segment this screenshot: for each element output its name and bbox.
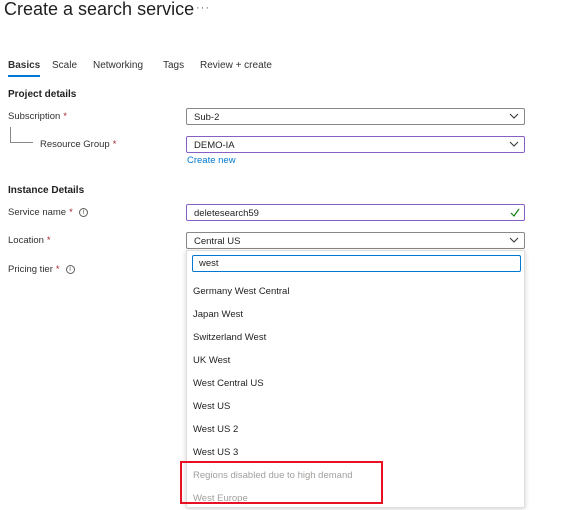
tab-basics[interactable]: Basics	[8, 60, 41, 77]
location-option[interactable]: West US 2	[193, 424, 238, 435]
highlight-annotation-box	[180, 461, 383, 504]
subscription-label: Subscription *	[8, 111, 67, 122]
location-label-text: Location	[8, 235, 44, 246]
tab-tags[interactable]: Tags	[163, 60, 184, 71]
tree-connector	[10, 127, 33, 143]
subscription-value: Sub-2	[194, 112, 220, 123]
section-project-details: Project details	[8, 89, 77, 100]
chevron-down-icon	[509, 113, 519, 119]
subscription-label-text: Subscription	[8, 111, 61, 122]
service-name-value: deletesearch59	[194, 208, 259, 219]
location-filter-field[interactable]	[192, 255, 521, 272]
location-select[interactable]: Central US	[186, 232, 525, 249]
required-marker: *	[112, 139, 117, 150]
service-name-label: Service name * i	[8, 207, 88, 218]
create-new-link[interactable]: Create new	[187, 155, 236, 166]
tab-networking[interactable]: Networking	[93, 60, 143, 71]
pricing-tier-label-text: Pricing tier	[8, 264, 53, 275]
location-option[interactable]: West Central US	[193, 378, 264, 389]
location-option[interactable]: West US 3	[193, 447, 238, 458]
location-filter-input[interactable]	[193, 256, 520, 271]
tab-review-create[interactable]: Review + create	[200, 60, 272, 71]
chevron-down-icon	[509, 237, 519, 243]
resource-group-value: DEMO-IA	[194, 140, 235, 151]
section-instance-details: Instance Details	[8, 185, 85, 196]
service-name-label-text: Service name	[8, 207, 67, 218]
required-marker: *	[63, 111, 67, 122]
info-icon[interactable]: i	[78, 208, 88, 217]
pricing-tier-label: Pricing tier * i	[8, 264, 75, 275]
info-icon[interactable]: i	[65, 265, 75, 274]
location-option[interactable]: Germany West Central	[193, 286, 289, 297]
more-options-icon[interactable]: ···	[196, 2, 210, 14]
chevron-down-icon	[509, 141, 519, 147]
required-marker: *	[46, 235, 51, 246]
resource-group-label: Resource Group *	[40, 139, 116, 150]
location-label: Location *	[8, 235, 51, 246]
location-value: Central US	[194, 236, 241, 247]
service-name-input[interactable]: deletesearch59	[186, 204, 525, 221]
required-marker: *	[55, 264, 60, 275]
resource-group-select[interactable]: DEMO-IA	[186, 136, 525, 153]
location-option[interactable]: UK West	[193, 355, 230, 366]
required-marker: *	[69, 207, 73, 218]
location-option[interactable]: West US	[193, 401, 230, 412]
tab-scale[interactable]: Scale	[52, 60, 77, 71]
resource-group-label-text: Resource Group	[40, 139, 110, 150]
location-option[interactable]: Japan West	[193, 309, 243, 320]
page-title: Create a search service	[4, 0, 195, 19]
subscription-select[interactable]: Sub-2	[186, 108, 525, 125]
check-icon	[510, 208, 520, 217]
location-option[interactable]: Switzerland West	[193, 332, 266, 343]
